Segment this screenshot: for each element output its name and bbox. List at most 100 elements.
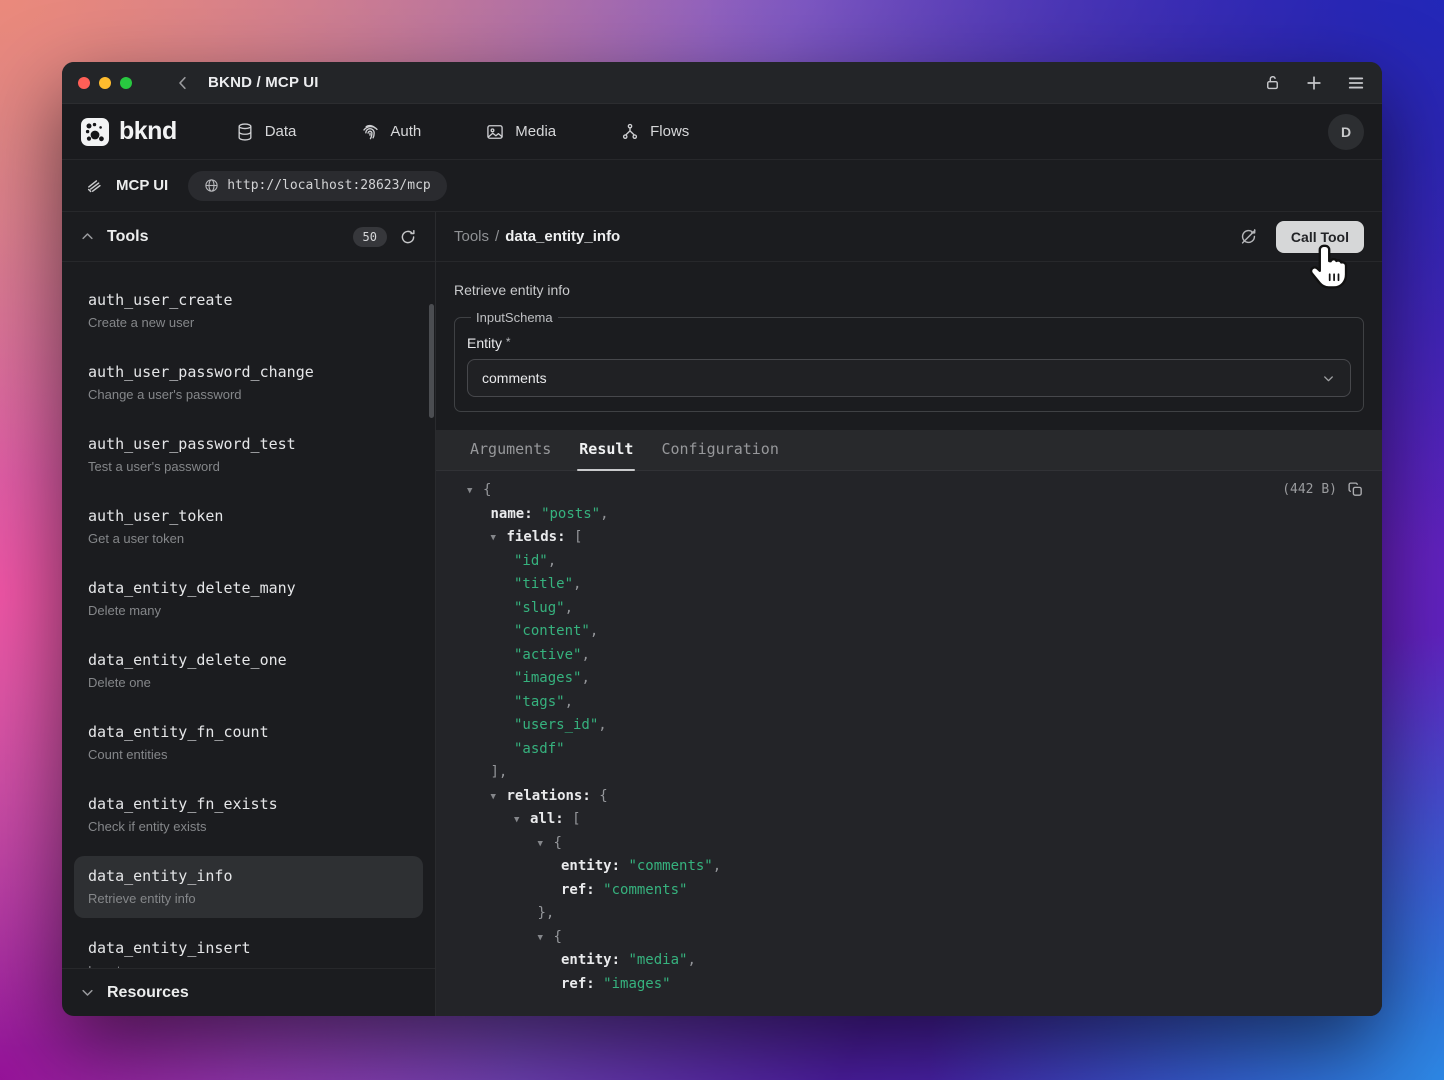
- json-line: ▼{: [436, 926, 1382, 950]
- tool-name: auth_user_password_test: [88, 433, 409, 455]
- tab-result[interactable]: Result: [577, 440, 635, 470]
- nav-item-flows[interactable]: Flows: [620, 122, 689, 142]
- nav-item-label: Data: [265, 123, 297, 140]
- json-line: },: [436, 902, 1382, 926]
- json-punct: ],: [491, 764, 508, 780]
- tool-description: Retrieve entity info: [88, 889, 409, 909]
- tool-name: data_entity_insert: [88, 937, 409, 959]
- json-key: relations:: [507, 788, 600, 804]
- expand-arrow-icon[interactable]: ▼: [491, 527, 507, 551]
- json-string: "comments": [603, 882, 687, 898]
- tool-item[interactable]: data_entity_fn_exists Check if entity ex…: [74, 784, 423, 846]
- resources-section-header[interactable]: Resources: [62, 968, 435, 1016]
- tools-section-header[interactable]: Tools 50: [62, 212, 435, 262]
- lock-open-icon[interactable]: [1263, 73, 1282, 92]
- bknd-logo-icon: [80, 117, 110, 147]
- json-punct: {: [483, 482, 491, 498]
- refresh-off-icon[interactable]: [1239, 227, 1258, 246]
- tool-description: Count entities: [88, 745, 409, 765]
- tool-description: Delete many: [88, 601, 409, 621]
- json-line: name: "posts",: [436, 503, 1382, 527]
- json-key: name:: [491, 506, 542, 522]
- json-line: ▼{: [436, 479, 1382, 503]
- json-string: "media": [628, 952, 687, 968]
- tool-item[interactable]: auth_user_password_test Test a user's pa…: [74, 424, 423, 486]
- json-line: entity: "comments",: [436, 855, 1382, 879]
- sidebar: Tools 50 auth_user_create Create a new u…: [62, 212, 436, 1016]
- json-punct: [: [574, 529, 582, 545]
- image-icon: [485, 122, 505, 142]
- expand-arrow-icon[interactable]: ▼: [467, 480, 483, 504]
- nav-item-label: Media: [515, 123, 556, 140]
- tab-configuration[interactable]: Configuration: [659, 440, 780, 470]
- json-line: "asdf": [436, 738, 1382, 762]
- menu-icon[interactable]: [1346, 73, 1366, 93]
- titlebar: BKND / MCP UI: [62, 62, 1382, 104]
- avatar[interactable]: D: [1328, 114, 1364, 150]
- json-string: "tags": [514, 694, 565, 710]
- json-key: entity:: [561, 952, 628, 968]
- expand-arrow-icon[interactable]: ▼: [491, 786, 507, 810]
- tool-item[interactable]: data_entity_info Retrieve entity info: [74, 856, 423, 918]
- tool-list: auth_user_create Create a new user auth_…: [62, 262, 435, 968]
- tool-name: data_entity_delete_many: [88, 577, 409, 599]
- mcp-url-pill[interactable]: http://localhost:28623/mcp: [188, 171, 447, 201]
- tool-item[interactable]: auth_user_token Get a user token: [74, 496, 423, 558]
- chevron-down-icon: [80, 985, 95, 1000]
- tool-item[interactable]: auth_user_password_change Change a user'…: [74, 352, 423, 414]
- json-punct: ,: [713, 858, 721, 874]
- breadcrumb-section[interactable]: Tools: [454, 228, 489, 245]
- expand-arrow-icon[interactable]: ▼: [538, 927, 554, 951]
- database-icon: [235, 122, 255, 142]
- tool-name: data_entity_info: [88, 865, 409, 887]
- back-chevron-icon[interactable]: [174, 74, 192, 92]
- json-punct: ,: [565, 694, 573, 710]
- chevron-down-icon: [1321, 371, 1336, 386]
- tool-description: Test a user's password: [88, 457, 409, 477]
- mcp-url: http://localhost:28623/mcp: [227, 178, 431, 193]
- tool-name: auth_user_create: [88, 289, 409, 311]
- tool-item[interactable]: data_entity_insert Insert one or many: [74, 928, 423, 968]
- json-line: ▼all: [: [436, 808, 1382, 832]
- tool-item[interactable]: data_entity_delete_one Delete one: [74, 640, 423, 702]
- nav-item-media[interactable]: Media: [485, 122, 556, 142]
- tool-item[interactable]: data_entity_fn_count Count entities: [74, 712, 423, 774]
- refresh-icon[interactable]: [399, 228, 417, 246]
- tools-section-label: Tools: [107, 228, 148, 246]
- breadcrumb-current: data_entity_info: [505, 228, 620, 245]
- tool-description: Create a new user: [88, 313, 409, 333]
- json-line: entity: "media",: [436, 949, 1382, 973]
- breadcrumb-separator: /: [495, 228, 499, 245]
- tool-item[interactable]: auth_user_create Create a new user: [74, 280, 423, 342]
- expand-arrow-icon[interactable]: ▼: [538, 833, 554, 857]
- brand-logo[interactable]: bknd: [80, 117, 177, 147]
- json-punct: ,: [581, 647, 589, 663]
- window-title: BKND / MCP UI: [208, 74, 319, 91]
- mouse-cursor-pointer: [1308, 243, 1352, 291]
- zoom-window-button[interactable]: [120, 77, 132, 89]
- nav-item-auth[interactable]: Auth: [360, 122, 421, 142]
- tool-description: Insert one or many: [88, 961, 409, 968]
- entity-select[interactable]: comments: [467, 359, 1351, 397]
- tool-name: data_entity_delete_one: [88, 649, 409, 671]
- json-string: "comments": [628, 858, 712, 874]
- json-punct: ,: [598, 717, 606, 733]
- sidebar-scrollbar[interactable]: [429, 304, 434, 418]
- close-window-button[interactable]: [78, 77, 90, 89]
- json-punct: ,: [548, 553, 556, 569]
- json-key: fields:: [507, 529, 574, 545]
- tool-description: Change a user's password: [88, 385, 409, 405]
- app-nav: bknd Data Auth Media Flows D: [62, 104, 1382, 160]
- tool-description: Get a user token: [88, 529, 409, 549]
- expand-arrow-icon[interactable]: ▼: [514, 809, 530, 833]
- json-line: "tags",: [436, 691, 1382, 715]
- minimize-window-button[interactable]: [99, 77, 111, 89]
- json-line: ref: "comments": [436, 879, 1382, 903]
- json-lines: ▼{name: "posts",▼fields: ["id","title","…: [436, 479, 1382, 996]
- tab-arguments[interactable]: Arguments: [468, 440, 553, 470]
- tool-item[interactable]: data_entity_delete_many Delete many: [74, 568, 423, 630]
- plus-icon[interactable]: [1304, 73, 1324, 93]
- brand-name: bknd: [119, 117, 177, 146]
- nav-item-data[interactable]: Data: [235, 122, 297, 142]
- copy-icon[interactable]: [1347, 481, 1364, 498]
